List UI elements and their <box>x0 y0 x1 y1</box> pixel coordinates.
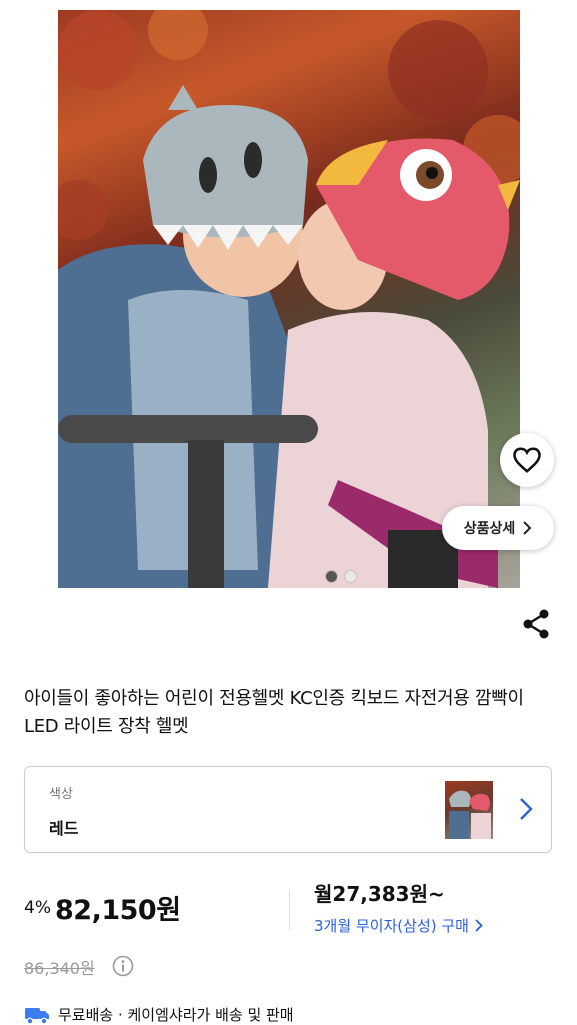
option-selector[interactable]: 색상 레드 <box>24 766 552 853</box>
option-label: 색상 <box>49 787 73 802</box>
sale-price: 82,150원 <box>55 895 181 926</box>
product-title: 아이들이 좋아하는 어린이 전용헬멧 KC인증 킥보드 자전거용 깜빡이 LED… <box>24 688 524 737</box>
option-thumbnail <box>445 781 493 839</box>
share-button[interactable] <box>521 608 551 640</box>
product-detail-button[interactable]: 상품상세 <box>442 506 554 550</box>
heart-icon <box>513 447 541 473</box>
original-price: 86,340원 <box>24 959 95 978</box>
discount-rate: 4% <box>24 898 51 918</box>
monthly-price: 월27,383원~ <box>314 882 445 906</box>
carousel-indicator <box>326 571 356 582</box>
chevron-right-icon <box>520 798 533 820</box>
shipping-info: 무료배송 · 케이엠샤라가 배송 및 판매 <box>24 1004 294 1025</box>
share-icon <box>523 609 549 639</box>
chevron-right-icon <box>475 919 483 932</box>
product-photo-illustration <box>58 10 520 588</box>
truck-icon <box>25 1007 49 1024</box>
wishlist-button[interactable] <box>500 433 554 487</box>
option-value: 레드 <box>49 819 79 838</box>
product-image[interactable] <box>58 10 520 588</box>
info-icon[interactable] <box>112 955 134 977</box>
shipping-text: 무료배송 · 케이엠샤라가 배송 및 판매 <box>58 1006 294 1024</box>
carousel-dot-2[interactable] <box>345 571 356 582</box>
carousel-dot-1[interactable] <box>326 571 337 582</box>
installment-text: 3개월 무이자(삼성) 구매 <box>314 917 469 935</box>
price-divider <box>289 890 290 930</box>
chevron-right-icon <box>523 521 532 535</box>
product-detail-label: 상품상세 <box>463 521 516 537</box>
installment-link[interactable]: 3개월 무이자(삼성) 구매 <box>314 915 483 936</box>
